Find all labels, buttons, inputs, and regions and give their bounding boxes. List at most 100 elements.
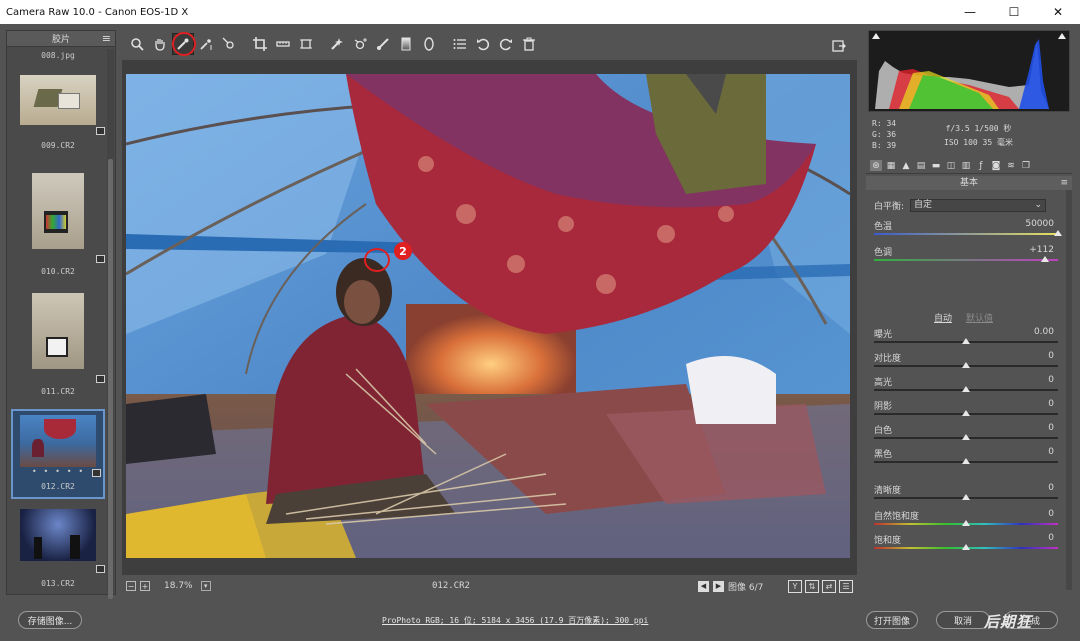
slider-track[interactable]: [874, 233, 1058, 235]
next-image-icon[interactable]: ▶: [713, 580, 724, 592]
tab-split-toning-icon[interactable]: ▬: [930, 160, 942, 171]
tab-lens-icon[interactable]: ◫: [945, 160, 957, 171]
toggle-settings-icon[interactable]: ☰: [839, 579, 853, 593]
slider-label: 饱和度: [874, 536, 902, 546]
highlight-ring: [364, 248, 390, 272]
open-image-button[interactable]: 打开图像: [866, 611, 918, 629]
slider-label: 白色: [874, 426, 893, 436]
raw-badge-icon: [96, 565, 105, 573]
straighten-icon[interactable]: [272, 33, 294, 55]
filmstrip-item-selected[interactable]: • • • • • 012.CR2: [11, 409, 105, 499]
slider-value[interactable]: 0: [1048, 399, 1054, 409]
before-after-view-button[interactable]: Y: [788, 579, 802, 593]
spot-removal-icon[interactable]: [326, 33, 348, 55]
slider-knob[interactable]: [1054, 230, 1062, 236]
rgb-readout: R: 34 G: 36 B: 39: [872, 118, 896, 151]
tab-effects-icon[interactable]: ƒ: [975, 160, 987, 171]
slider-value[interactable]: 0: [1048, 447, 1054, 457]
tab-snapshots-icon[interactable]: ❐: [1020, 160, 1032, 171]
hand-icon[interactable]: [149, 33, 171, 55]
slider-knob[interactable]: [962, 338, 970, 344]
transform-icon[interactable]: [295, 33, 317, 55]
filmstrip-item-name: 010.CR2: [41, 267, 75, 276]
slider-value[interactable]: 0: [1048, 509, 1054, 519]
filmstrip-item[interactable]: 011.CR2: [11, 293, 105, 405]
workflow-options-link[interactable]: ProPhoto RGB; 16 位; 5184 x 3456 (17.9 百万…: [382, 615, 648, 626]
tab-transform-icon[interactable]: ▥: [960, 160, 972, 171]
filmstrip-item[interactable]: 013.CR2: [11, 509, 105, 593]
slider-knob[interactable]: [962, 544, 970, 550]
slider-value[interactable]: +112: [1029, 245, 1054, 255]
slider-knob[interactable]: [962, 362, 970, 368]
slider-knob[interactable]: [962, 434, 970, 440]
save-image-button[interactable]: 存储图像...: [18, 611, 82, 629]
crop-icon[interactable]: [249, 33, 271, 55]
slider-value[interactable]: 0.00: [1034, 327, 1054, 337]
slider-knob[interactable]: [962, 386, 970, 392]
panel-scrollbar[interactable]: [1066, 190, 1072, 590]
auto-link[interactable]: 自动: [934, 311, 952, 324]
tab-basic-icon[interactable]: ⊛: [870, 160, 882, 171]
tab-hsl-icon[interactable]: ▤: [915, 160, 927, 171]
preferences-icon[interactable]: [449, 33, 471, 55]
image-preview-area[interactable]: [122, 60, 857, 575]
section-menu-icon[interactable]: ≡: [1060, 176, 1068, 190]
filmstrip-menu-icon[interactable]: ≡: [102, 32, 111, 45]
filmstrip-panel: 胶片 ≡ 008.jpg 009.CR2 010.CR2 011.CR2 • •…: [6, 30, 116, 599]
slider-knob[interactable]: [962, 458, 970, 464]
tab-calibration-icon[interactable]: ◙: [990, 160, 1002, 171]
target-adjust-icon[interactable]: [218, 33, 240, 55]
tab-detail-icon[interactable]: ▲: [900, 160, 912, 171]
filmstrip-item[interactable]: 009.CR2: [11, 75, 105, 159]
filmstrip-item[interactable]: 008.jpg: [11, 51, 105, 65]
highlight-ring: [172, 32, 196, 56]
swap-settings-icon[interactable]: ⇅: [805, 579, 819, 593]
zoom-out-button[interactable]: −: [126, 581, 136, 591]
slider-knob[interactable]: [962, 494, 970, 500]
view-options: Y ⇅ ⇄ ☰: [788, 579, 853, 593]
tab-presets-icon[interactable]: ≋: [1005, 160, 1017, 171]
adjustment-brush-icon[interactable]: [372, 33, 394, 55]
slider-knob[interactable]: [962, 520, 970, 526]
red-eye-icon[interactable]: [349, 33, 371, 55]
zoom-icon[interactable]: [126, 33, 148, 55]
red-value: R: 34: [872, 119, 897, 128]
rotate-right-icon[interactable]: [495, 33, 517, 55]
cancel-button[interactable]: 取消: [936, 611, 990, 629]
filmstrip-scrollbar[interactable]: [107, 49, 114, 599]
raw-badge-icon: [92, 469, 101, 477]
slider-value[interactable]: 0: [1048, 483, 1054, 493]
copy-settings-icon[interactable]: ⇄: [822, 579, 836, 593]
auto-default-row: 自动 默认值: [934, 311, 993, 324]
fullscreen-icon[interactable]: [828, 35, 850, 57]
photo-preview[interactable]: [126, 74, 850, 558]
slider-value[interactable]: 0: [1048, 533, 1054, 543]
shadow-clipping-icon[interactable]: [872, 33, 880, 39]
zoom-in-button[interactable]: +: [140, 581, 150, 591]
minimize-icon[interactable]: —: [948, 0, 992, 24]
previous-image-icon[interactable]: ◀: [698, 580, 709, 592]
tab-tone-curve-icon[interactable]: ▦: [885, 160, 897, 171]
radial-filter-icon[interactable]: [418, 33, 440, 55]
default-link[interactable]: 默认值: [966, 311, 993, 324]
zoom-dropdown-icon[interactable]: ▾: [200, 581, 211, 591]
scrollbar-thumb[interactable]: [108, 159, 113, 599]
filmstrip-item[interactable]: 010.CR2: [11, 173, 105, 283]
slider-track[interactable]: [874, 259, 1058, 261]
slider-value[interactable]: 0: [1048, 375, 1054, 385]
close-icon[interactable]: ✕: [1036, 0, 1080, 24]
slider-knob[interactable]: [962, 410, 970, 416]
maximize-icon[interactable]: ☐: [992, 0, 1036, 24]
slider-value[interactable]: 50000: [1025, 219, 1054, 229]
slider-knob[interactable]: [1041, 256, 1050, 262]
rotate-left-icon[interactable]: [472, 33, 494, 55]
slider-value[interactable]: 0: [1048, 351, 1054, 361]
slider-value[interactable]: 0: [1048, 423, 1054, 433]
highlight-clipping-icon[interactable]: [1058, 33, 1066, 39]
color-sampler-icon[interactable]: [195, 33, 217, 55]
graduated-filter-icon[interactable]: [395, 33, 417, 55]
white-balance-select[interactable]: 自定 ⌄: [910, 199, 1047, 212]
rating-stars[interactable]: • • • • •: [13, 467, 103, 476]
trash-icon[interactable]: [518, 33, 540, 55]
tool-toolbar: [122, 30, 857, 58]
